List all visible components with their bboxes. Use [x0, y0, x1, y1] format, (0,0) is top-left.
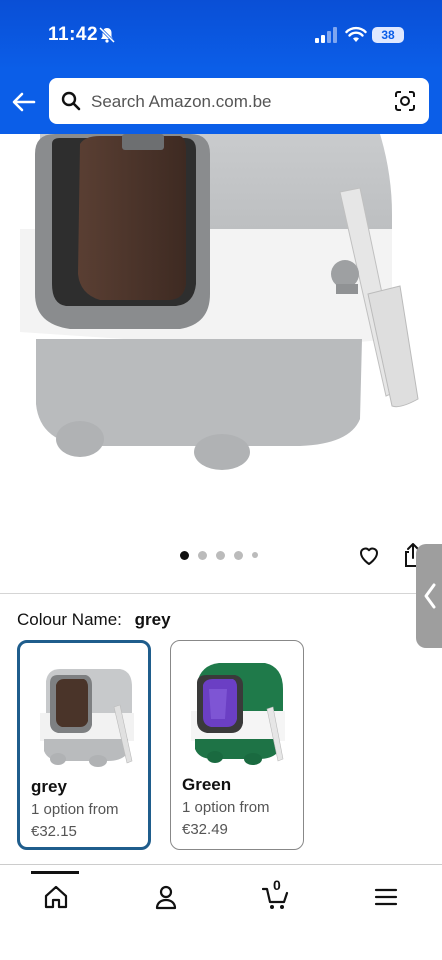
colour-name-heading: Colour Name: grey — [17, 610, 171, 630]
cellular-signal-icon — [315, 27, 337, 43]
account-icon[interactable] — [152, 883, 180, 911]
carousel-dot[interactable] — [252, 552, 258, 558]
cart-count-badge: 0 — [273, 877, 281, 893]
active-tab-indicator — [31, 871, 79, 874]
search-header: Search Amazon.com.be — [0, 70, 442, 134]
search-input[interactable]: Search Amazon.com.be — [49, 78, 429, 124]
product-image[interactable] — [0, 134, 442, 544]
chevron-left-icon — [424, 583, 436, 609]
heart-icon[interactable] — [357, 543, 381, 567]
carousel-dot[interactable] — [234, 550, 243, 560]
search-icon — [61, 91, 81, 111]
green-variant-image — [191, 663, 285, 765]
back-arrow-icon[interactable] — [10, 88, 38, 116]
home-icon[interactable] — [42, 883, 70, 911]
status-bar: 11:42 38 — [0, 0, 442, 70]
colour-swatch-grey[interactable]: grey 1 option from €32.15 — [17, 640, 151, 850]
carousel-dot[interactable] — [216, 550, 225, 560]
menu-icon[interactable] — [372, 883, 400, 911]
swatch-options-text: 1 option from — [182, 799, 270, 816]
colour-swatch-green[interactable]: Green 1 option from €32.49 — [170, 640, 304, 850]
side-panel-tab[interactable] — [416, 544, 442, 648]
carousel-dot[interactable] — [198, 550, 207, 560]
silent-bell-icon — [98, 26, 116, 44]
battery-indicator: 38 — [372, 27, 404, 43]
swatch-name: grey — [31, 777, 67, 796]
grey-variant-image — [40, 669, 134, 767]
search-placeholder: Search Amazon.com.be — [91, 92, 272, 111]
colour-selected-value: grey — [134, 610, 171, 629]
swatch-name: Green — [182, 775, 232, 794]
section-divider — [0, 593, 416, 594]
colour-name-label: Colour Name: — [17, 610, 122, 629]
status-time: 11:42 — [48, 24, 99, 45]
litter-box-illustration — [20, 134, 419, 470]
carousel-dots — [180, 549, 258, 561]
swatch-price: €32.49 — [182, 821, 228, 838]
bottom-navigation: 0 — [0, 865, 442, 960]
carousel-dot[interactable] — [180, 550, 189, 560]
camera-lens-icon[interactable] — [393, 89, 417, 113]
swatch-options-text: 1 option from — [31, 801, 119, 818]
wifi-icon — [345, 26, 367, 42]
swatch-price: €32.15 — [31, 823, 77, 840]
